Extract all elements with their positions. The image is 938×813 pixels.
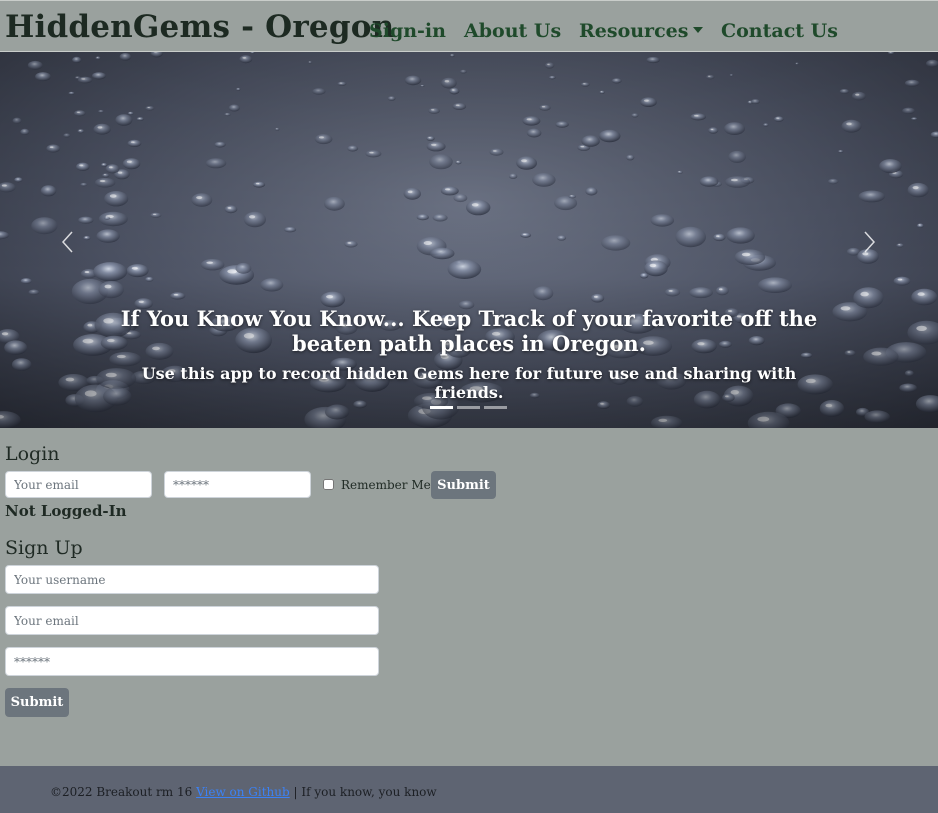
signup-submit-button[interactable]: Submit (5, 688, 69, 717)
navbar: HiddenGems - Oregon Sign-in About Us Res… (0, 0, 938, 52)
signup-username-input[interactable] (5, 565, 379, 594)
signup-heading: Sign Up (5, 537, 83, 559)
carousel-prev-button[interactable] (48, 224, 88, 260)
remember-me-label: Remember Me (341, 478, 431, 492)
footer-tagline: | If you know, you know (293, 785, 437, 799)
carousel-next-button[interactable] (850, 224, 890, 260)
footer-text: ©2022 Breakout rm 16 View on Github | If… (50, 785, 437, 799)
hero-carousel: If You Know You Know... Keep Track of yo… (0, 52, 938, 428)
nav-about-us[interactable]: About Us (464, 20, 561, 42)
login-submit-button[interactable]: Submit (431, 471, 496, 499)
github-link[interactable]: View on Github (196, 785, 290, 799)
chevron-left-icon (61, 231, 73, 253)
nav-resources-dropdown[interactable]: Resources (579, 20, 704, 42)
login-status-text: Not Logged-In (5, 502, 127, 520)
nav-resources-label: Resources (579, 20, 689, 42)
nav-contact-us[interactable]: Contact Us (721, 20, 838, 42)
caret-down-icon (693, 27, 704, 33)
carousel-indicator-1[interactable] (430, 406, 453, 409)
brand-title[interactable]: HiddenGems - Oregon (5, 9, 394, 45)
carousel-indicator-2[interactable] (457, 406, 480, 409)
login-email-input[interactable] (5, 471, 152, 498)
login-heading: Login (5, 443, 60, 465)
carousel-caption-title: If You Know You Know... Keep Track of yo… (120, 306, 818, 356)
remember-me-checkbox[interactable] (323, 479, 334, 490)
login-password-input[interactable] (164, 471, 311, 498)
nav-sign-in[interactable]: Sign-in (369, 20, 446, 42)
signup-password-input[interactable] (5, 647, 379, 676)
carousel-caption-subtitle: Use this app to record hidden Gems here … (141, 364, 797, 402)
footer-copyright: ©2022 Breakout rm 16 (50, 785, 193, 799)
chevron-right-icon (864, 231, 876, 253)
signup-email-input[interactable] (5, 606, 379, 635)
footer: ©2022 Breakout rm 16 View on Github | If… (0, 766, 938, 813)
carousel-indicator-3[interactable] (484, 406, 507, 409)
